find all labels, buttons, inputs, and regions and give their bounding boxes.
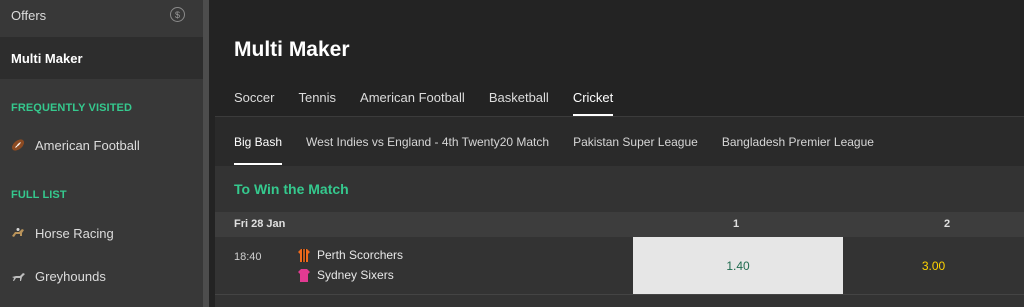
tab-american-football[interactable]: American Football [360, 90, 465, 116]
column-header-home: 1 [733, 218, 740, 230]
horse-racing-icon [12, 228, 24, 237]
row-divider [215, 294, 1024, 295]
date-header-row: Fri 28 Jan 1 2 [215, 212, 1024, 237]
sydney-sixers-shirt-icon [298, 268, 310, 282]
tab-west-indies-vs-england[interactable]: West Indies vs England - 4th Twenty20 Ma… [306, 135, 549, 165]
tab-cricket[interactable]: Cricket [572, 90, 614, 116]
sidebar-item-label: Multi Maker [11, 50, 83, 66]
event-row[interactable]: 18:40 Perth Scorchers Sydney Sixers 1.40… [215, 237, 1024, 294]
event-time: 18:40 [234, 251, 262, 263]
team-name: Perth Scorchers [317, 248, 404, 262]
sidebar-item-label: Offers [11, 7, 47, 23]
sidebar-item-american-football[interactable]: American Football [0, 125, 203, 165]
odds-button-away[interactable]: 3.00 [843, 237, 1024, 294]
tab-basketball[interactable]: Basketball [489, 90, 549, 116]
tab-soccer[interactable]: Soccer [234, 90, 274, 116]
perth-scorchers-shirt-icon [298, 248, 310, 262]
tab-pakistan-super-league[interactable]: Pakistan Super League [573, 135, 698, 165]
page-header: Multi Maker Soccer Tennis American Footb… [215, 0, 1024, 116]
section-heading-frequently-visited: FREQUENTLY VISITED [11, 102, 132, 114]
tab-big-bash[interactable]: Big Bash [234, 135, 283, 165]
sidebar-item-offers[interactable]: Offers $ [0, 0, 203, 30]
event-date: Fri 28 Jan [234, 218, 286, 230]
sidebar: Offers $ Multi Maker FREQUENTLY VISITED … [0, 0, 203, 307]
sidebar-item-greyhounds[interactable]: Greyhounds [0, 256, 203, 296]
column-header-away: 2 [944, 218, 951, 230]
market-title: To Win the Match [234, 181, 349, 197]
sport-tabs: Soccer Tennis American Football Basketba… [234, 90, 637, 116]
tab-tennis[interactable]: Tennis [298, 90, 336, 116]
page-title: Multi Maker [234, 38, 350, 61]
sidebar-item-label: American Football [35, 137, 140, 153]
american-football-icon [11, 139, 25, 151]
odds-button-home[interactable]: 1.40 [633, 237, 843, 294]
team-away: Sydney Sixers [298, 268, 394, 282]
team-name: Sydney Sixers [317, 268, 394, 282]
greyhound-icon [12, 273, 25, 281]
dollar-coin-icon: $ [170, 7, 185, 22]
team-home: Perth Scorchers [298, 248, 403, 262]
section-heading-full-list: FULL LIST [11, 189, 67, 201]
sidebar-item-horse-racing[interactable]: Horse Racing [0, 213, 203, 253]
sidebar-item-label: Horse Racing [35, 225, 114, 241]
sidebar-item-label: Greyhounds [35, 268, 106, 284]
tab-bangladesh-premier-league[interactable]: Bangladesh Premier League [722, 135, 874, 165]
sidebar-item-multi-maker[interactable]: Multi Maker [0, 37, 203, 79]
competition-tabs: Big Bash West Indies vs England - 4th Tw… [234, 135, 898, 165]
competition-tab-bar: Big Bash West Indies vs England - 4th Tw… [215, 116, 1024, 166]
